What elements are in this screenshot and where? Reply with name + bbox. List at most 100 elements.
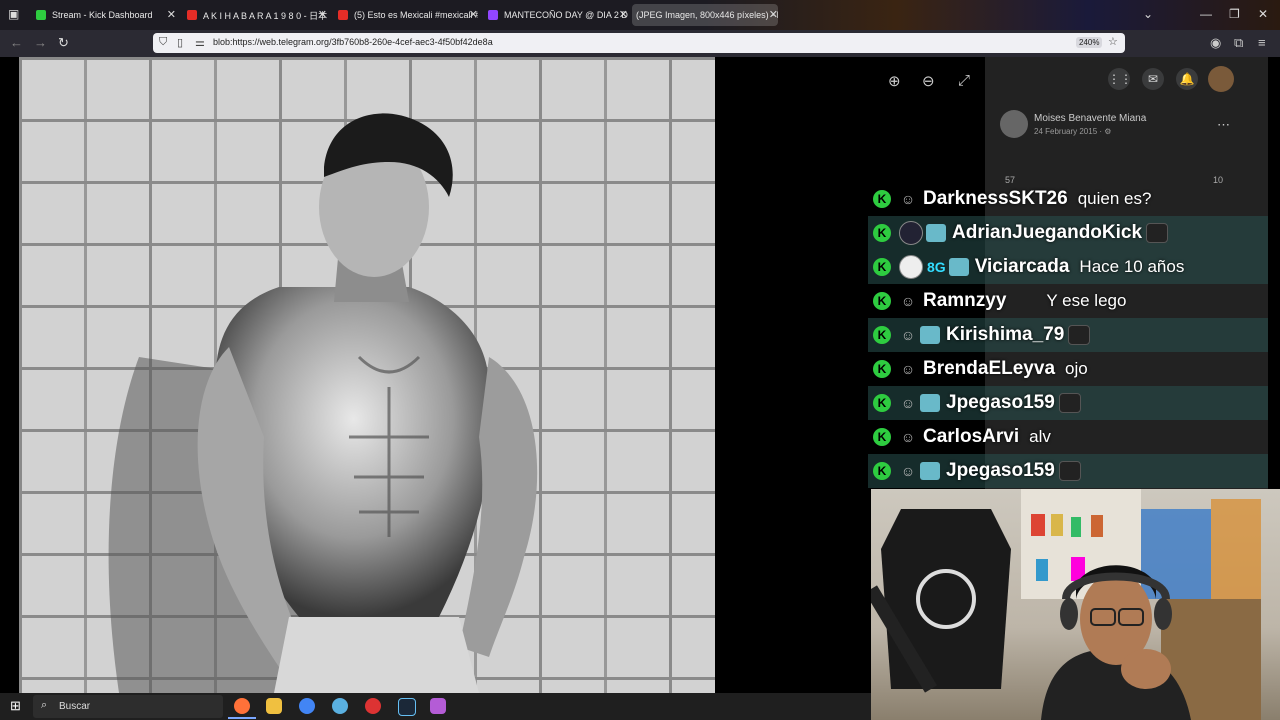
zoom-level[interactable]: 240% <box>1076 37 1103 48</box>
jpeg-image[interactable] <box>19 57 715 693</box>
permissions-icon[interactable]: ⚌ <box>195 36 205 49</box>
chat-message: K ☺ Ramnzyy Y ese lego <box>868 284 1268 318</box>
more-options-icon[interactable]: ⋯ <box>1217 117 1230 133</box>
kick-icon <box>36 10 46 20</box>
chat-username[interactable]: AdrianJuegandoKick <box>952 222 1142 244</box>
tab-label: Stream - Kick Dashboard <box>52 10 153 20</box>
address-bar[interactable]: ⛉ ▯ ⚌ blob:https://web.telegram.org/3fb7… <box>153 33 1125 53</box>
apps-grid-icon[interactable]: ⋮⋮ <box>1108 68 1132 90</box>
zoom-out-icon[interactable]: ⊖ <box>922 72 935 90</box>
kick-badge-icon: K <box>873 394 891 412</box>
twitch-icon <box>488 10 498 20</box>
fullscreen-icon[interactable]: ⤢ <box>958 72 970 89</box>
tab-list-icon[interactable]: ▣ <box>8 7 19 21</box>
list-all-tabs-icon[interactable]: ⌄ <box>1143 7 1153 21</box>
menu-icon[interactable]: ≡ <box>1258 35 1266 50</box>
close-icon[interactable]: ✕ <box>769 8 778 21</box>
chat-text: alv <box>1029 427 1051 446</box>
messenger-icon[interactable]: ✉ <box>1142 68 1164 90</box>
notifications-bell-icon[interactable]: 🔔 <box>1176 68 1198 90</box>
chat-message: K ☺ DarknessSKT26 quien es? <box>868 182 1268 216</box>
chat-username[interactable]: Jpegaso159 <box>946 392 1055 414</box>
author-avatar[interactable] <box>1000 110 1028 138</box>
youtube-icon <box>187 10 197 20</box>
forward-icon[interactable]: → <box>34 35 47 50</box>
chat-message: K ☺ Kirishima_79 <box>868 318 1268 352</box>
profile-avatar[interactable] <box>1208 66 1234 92</box>
emote-icon <box>1058 393 1081 413</box>
emote-icon <box>1068 325 1091 345</box>
chat-text: quien es? <box>1077 189 1152 208</box>
tab-mantecono-day[interactable]: MANTECOÑO DAY @ DIA 2 DI ✕ <box>488 4 628 26</box>
chat-username[interactable]: CarlosArvi <box>923 426 1019 448</box>
tab-label: A K I H A B A R A 1 9 8 0 - 日本 <box>203 10 327 21</box>
back-icon[interactable]: ← <box>10 35 23 50</box>
close-icon[interactable]: ✕ <box>167 8 176 21</box>
tab-akihabara[interactable]: A K I H A B A R A 1 9 8 0 - 日本 ✕ <box>187 4 327 26</box>
emote-icon <box>1058 461 1081 481</box>
windows-start-icon[interactable]: ⊞ <box>10 698 21 714</box>
chat-username[interactable]: Ramnzyy <box>923 290 1006 312</box>
emote-icon <box>1146 223 1169 243</box>
taskbar-search[interactable]: ⌕ Buscar <box>33 695 223 718</box>
chat-text: ojo <box>1065 359 1088 378</box>
chat-username[interactable]: BrendaELeyva <box>923 358 1055 380</box>
user-icon: ☺ <box>900 327 916 343</box>
obs-icon[interactable] <box>365 698 381 714</box>
close-icon[interactable]: ✕ <box>619 8 628 21</box>
navigation-bar: ← → ↻ ⛉ ▯ ⚌ blob:https://web.telegram.or… <box>0 30 1280 57</box>
chat-text: Hace 10 años <box>1079 257 1185 276</box>
webcam-scene <box>871 489 1261 720</box>
shield-icon[interactable]: ⛉ <box>159 36 167 49</box>
minimize-icon[interactable]: — <box>1200 7 1212 21</box>
user-avatar <box>899 255 923 279</box>
kick-badge-icon: K <box>873 190 891 208</box>
chat-message: K 8G Viciarcada Hace 10 años <box>868 250 1268 284</box>
bookmark-star-icon[interactable]: ☆ <box>1108 35 1118 48</box>
kick-badge-icon: K <box>873 258 891 276</box>
youtube-icon <box>338 10 348 20</box>
steam-icon[interactable] <box>398 698 416 716</box>
tab-label: (5) Esto es Mexicali #mexicali # <box>354 10 478 20</box>
tab-mexicali[interactable]: (5) Esto es Mexicali #mexicali # ✕ <box>338 4 478 26</box>
ccleaner-icon[interactable] <box>332 698 348 714</box>
tab-label: (JPEG Imagen, 800x446 píxeles) - E <box>636 10 778 20</box>
user-icon: ☺ <box>900 293 916 309</box>
file-explorer-icon[interactable] <box>266 698 282 714</box>
chat-username[interactable]: Viciarcada <box>975 256 1070 278</box>
zoom-in-icon[interactable]: ⊕ <box>888 72 901 90</box>
close-icon[interactable]: ✕ <box>469 8 478 21</box>
reload-icon[interactable]: ↻ <box>58 35 69 51</box>
emote-badge-icon <box>920 326 940 344</box>
chrome-icon[interactable] <box>299 698 315 714</box>
url-text[interactable]: blob:https://web.telegram.org/3fb760b8-2… <box>213 37 493 47</box>
active-app-indicator <box>228 717 256 719</box>
user-icon: ☺ <box>900 361 916 377</box>
search-icon: ⌕ <box>41 699 48 711</box>
maximize-icon[interactable]: ❐ <box>1229 7 1240 21</box>
user-icon: ☺ <box>900 191 916 207</box>
sub-badge-icon: 8G <box>927 259 946 275</box>
kick-badge-icon: K <box>873 360 891 378</box>
chat-message: K ☺ Jpegaso159 <box>868 454 1268 488</box>
chat-text: Y ese lego <box>1046 291 1127 310</box>
windows-taskbar: ⊞ ⌕ Buscar <box>0 693 871 720</box>
streamlabs-icon[interactable] <box>430 698 446 714</box>
close-window-icon[interactable]: ✕ <box>1258 7 1268 21</box>
firefox-icon[interactable] <box>234 698 250 714</box>
chat-username[interactable]: Kirishima_79 <box>946 324 1064 346</box>
extensions-icon[interactable]: ⧉ <box>1234 35 1243 51</box>
chat-username[interactable]: Jpegaso159 <box>946 460 1055 482</box>
post-author[interactable]: Moises Benavente Miana <box>1034 113 1146 124</box>
kick-badge-icon: K <box>873 326 891 344</box>
page-icon[interactable]: ▯ <box>177 36 183 49</box>
tab-kick-dashboard[interactable]: Stream - Kick Dashboard ✕ <box>36 4 176 26</box>
chat-message: K ☺ Jpegaso159 <box>868 386 1268 420</box>
tab-jpeg-image[interactable]: (JPEG Imagen, 800x446 píxeles) - E ✕ <box>632 4 778 26</box>
close-icon[interactable]: ✕ <box>318 8 327 21</box>
emote-badge-icon <box>920 462 940 480</box>
chat-username[interactable]: DarknessSKT26 <box>923 188 1068 210</box>
account-icon[interactable]: ◉ <box>1210 35 1221 51</box>
chat-message: K ☺ BrendaELeyva ojo <box>868 352 1268 386</box>
chat-message: K ☺ CarlosArvi alv <box>868 420 1268 454</box>
